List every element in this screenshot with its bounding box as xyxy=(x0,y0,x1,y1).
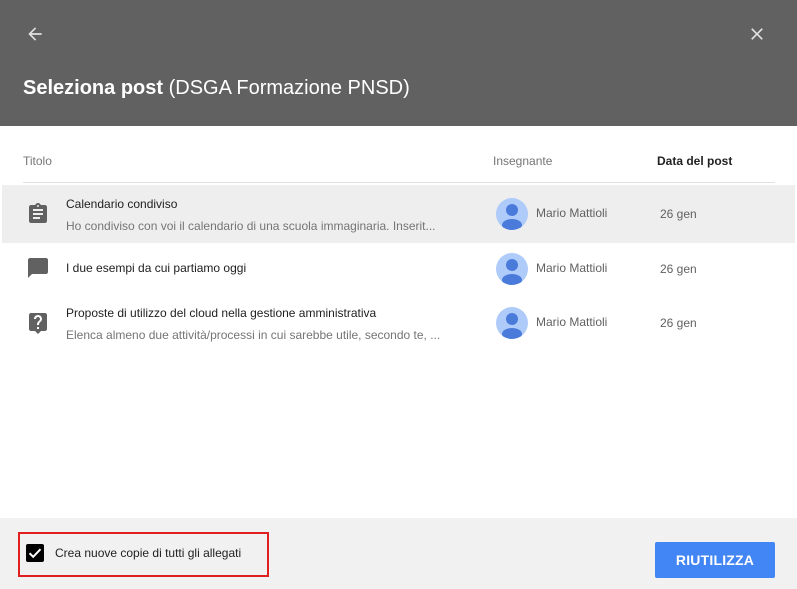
post-title: Calendario condiviso xyxy=(66,197,178,211)
checkmark-icon xyxy=(28,548,42,559)
copy-attachments-checkbox[interactable] xyxy=(26,544,44,562)
teacher-name: Mario Mattioli xyxy=(536,315,608,329)
select-post-dialog: Seleziona post (DSGA Formazione PNSD) Ti… xyxy=(0,0,797,589)
person-icon xyxy=(502,313,522,339)
dialog-title-main: Seleziona post xyxy=(23,77,164,99)
column-header-teacher: Insegnante xyxy=(493,154,553,168)
person-icon xyxy=(502,259,522,285)
dialog-title-paren-close: ) xyxy=(403,77,410,99)
close-icon xyxy=(751,28,763,40)
dialog-title-paren-open: ( xyxy=(163,77,176,99)
question-icon xyxy=(29,313,47,334)
avatar xyxy=(496,253,528,285)
dialog-footer: Crea nuove copie di tutti gli allegati R… xyxy=(0,518,797,589)
post-row-esempi[interactable]: I due esempi da cui partiamo oggi Mario … xyxy=(2,243,795,301)
post-date: 26 gen xyxy=(660,207,697,221)
post-date: 26 gen xyxy=(660,316,697,330)
close-button[interactable] xyxy=(741,18,773,50)
avatar xyxy=(496,198,528,230)
dialog-title-class: DSGA Formazione PNSD xyxy=(175,77,404,99)
announcement-icon xyxy=(28,258,48,278)
post-date: 26 gen xyxy=(660,262,697,276)
teacher-name: Mario Mattioli xyxy=(536,261,608,275)
person-icon xyxy=(502,204,522,230)
back-button[interactable] xyxy=(19,18,51,50)
post-description: Ho condiviso con voi il calendario di un… xyxy=(66,219,436,233)
post-row-calendario[interactable]: Calendario condiviso Ho condiviso con vo… xyxy=(2,185,795,243)
dialog-title: Seleziona post (DSGA Formazione PNSD) xyxy=(23,77,410,100)
dialog-header: Seleziona post (DSGA Formazione PNSD) xyxy=(0,0,797,126)
post-description: Elenca almeno due attività/processi in c… xyxy=(66,328,441,342)
teacher-name: Mario Mattioli xyxy=(536,206,608,220)
column-header-date: Data del post xyxy=(657,154,733,168)
post-title: Proposte di utilizzo del cloud nella ges… xyxy=(66,306,377,320)
post-title: I due esempi da cui partiamo oggi xyxy=(66,261,247,275)
column-header-title: Titolo xyxy=(23,154,52,168)
post-row-proposte[interactable]: Proposte di utilizzo del cloud nella ges… xyxy=(2,294,795,352)
header-divider xyxy=(23,182,775,183)
arrow-back-icon xyxy=(28,27,42,41)
copy-attachments-label[interactable]: Crea nuove copie di tutti gli allegati xyxy=(55,546,241,560)
avatar xyxy=(496,307,528,339)
assignment-icon xyxy=(29,203,47,223)
reuse-button[interactable]: RIUTILIZZA xyxy=(655,542,775,578)
